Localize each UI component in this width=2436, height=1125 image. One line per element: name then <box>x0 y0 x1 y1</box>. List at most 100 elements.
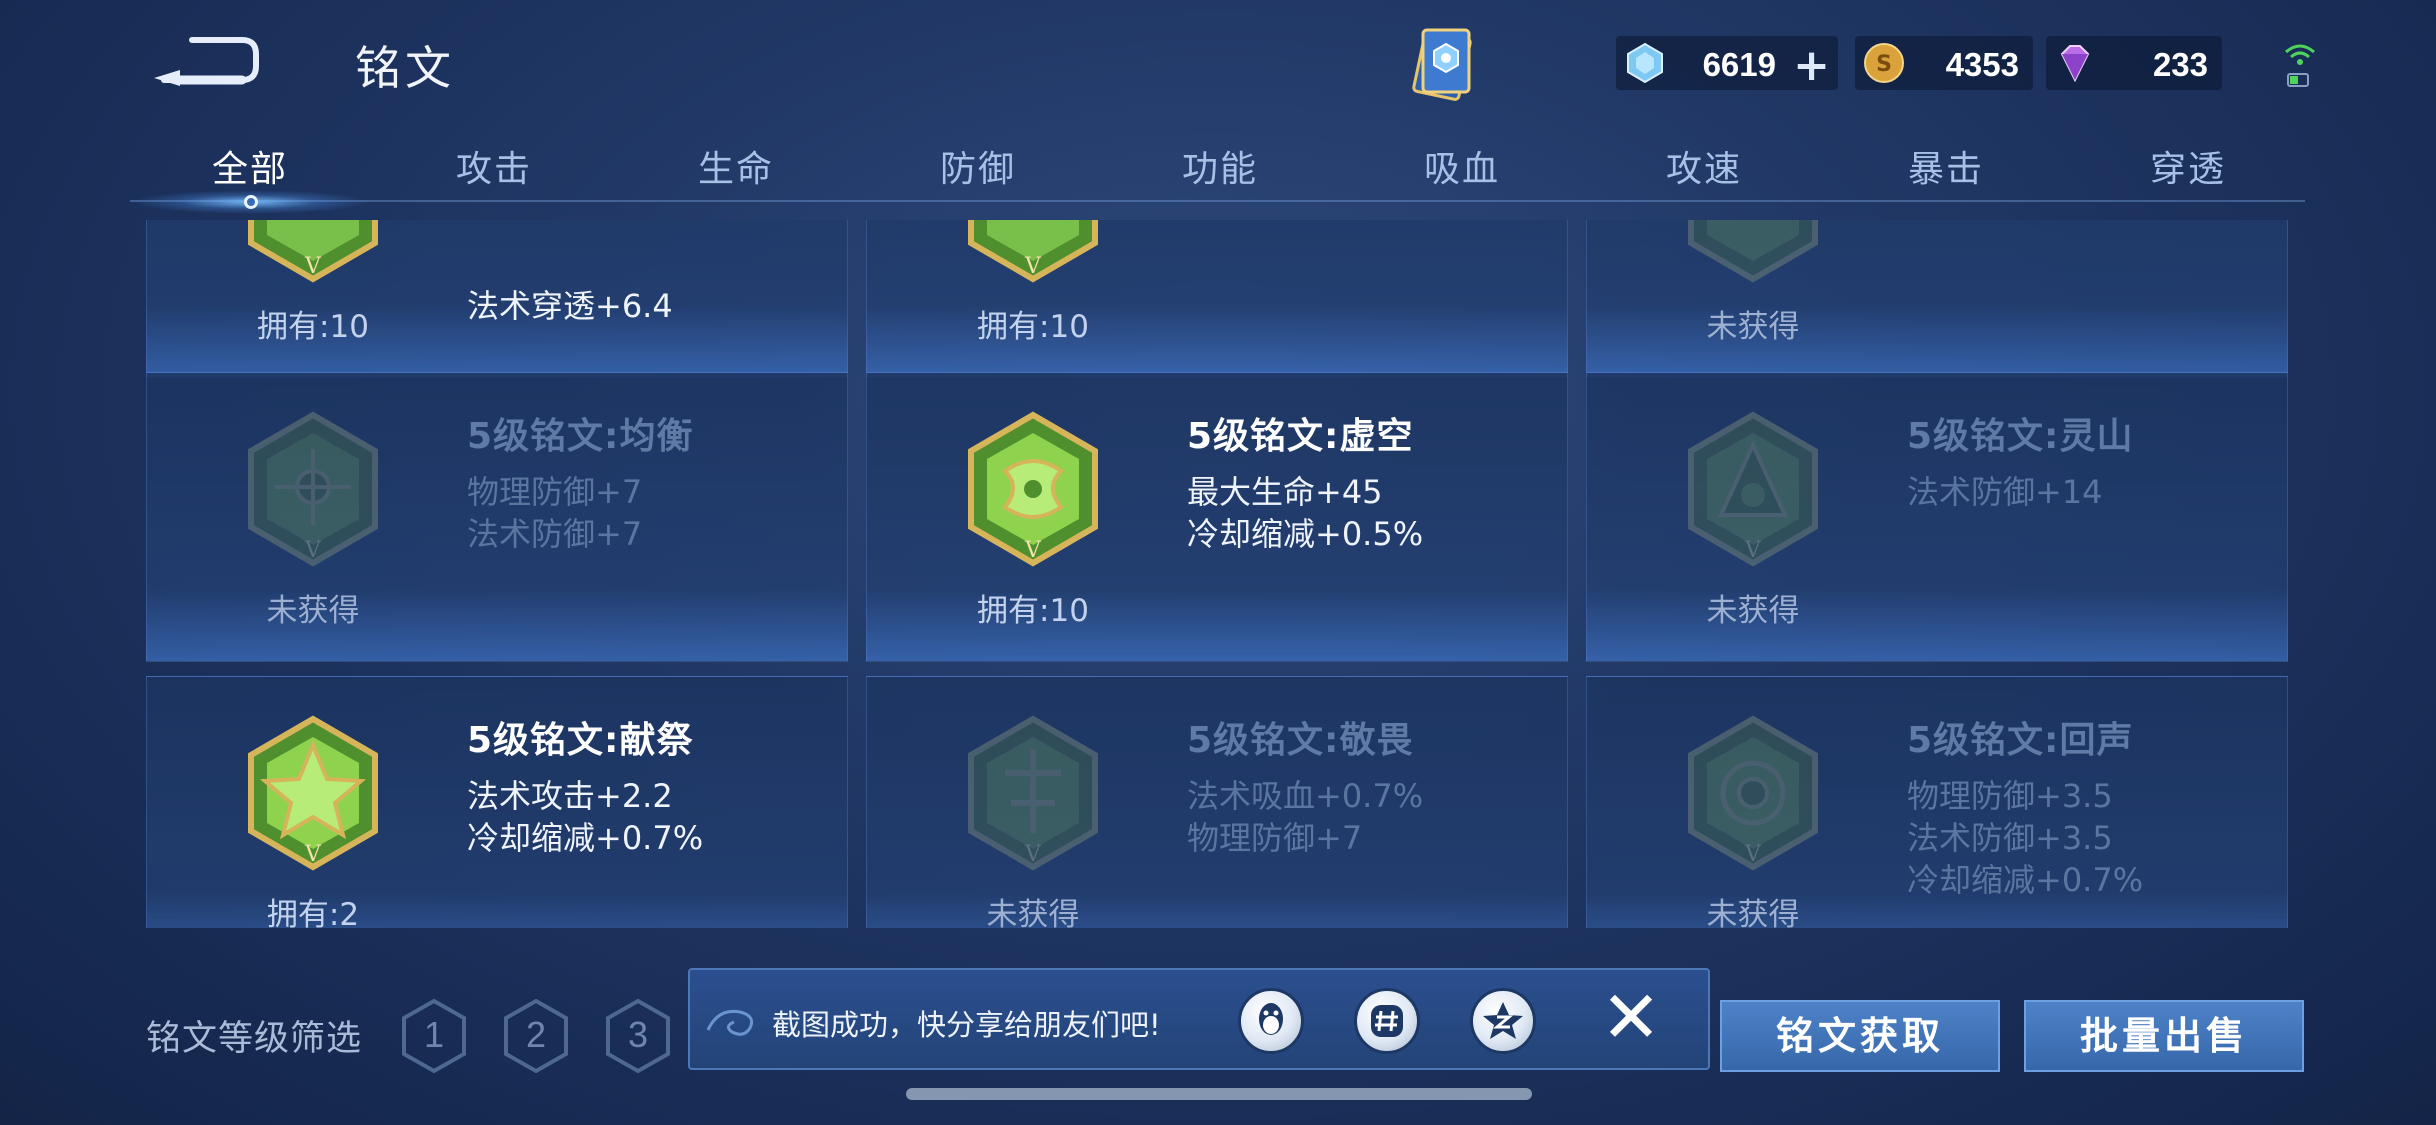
balance-emblem-icon: V <box>248 411 378 567</box>
inscription-count: 未获得 <box>1706 593 1800 629</box>
inscription-stat: 物理防御+3.5 <box>1907 777 2113 815</box>
svg-text:V: V <box>304 842 322 867</box>
inscription-name: 5级铭文:献祭 <box>467 720 694 761</box>
inscription-emblem-icon: V <box>968 220 1098 283</box>
gold-value: 4353 <box>1945 46 2019 83</box>
tab-attack[interactable]: 攻击 <box>456 140 532 192</box>
inscription-card[interactable]: V 拥有:10 <box>866 220 1568 378</box>
get-inscription-button[interactable]: 铭文获取 <box>1720 1000 2000 1072</box>
tab-attack-speed[interactable]: 攻速 <box>1666 140 1742 192</box>
level-filter-2[interactable]: 2 <box>502 998 570 1074</box>
inscription-card[interactable]: V 5级铭文:虚空 最大生命+45 冷却缩减+0.5% 拥有:10 <box>866 372 1568 662</box>
inscription-count: 拥有:2 <box>266 897 360 928</box>
inscription-name: 5级铭文:回声 <box>1907 720 2134 761</box>
share-moments-button[interactable] <box>1354 988 1420 1054</box>
svg-text:V: V <box>1744 538 1762 563</box>
inscription-card[interactable]: V 法术穿透+6.4 拥有:10 <box>146 220 848 378</box>
inscription-count: 未获得 <box>986 897 1080 928</box>
level-filter-label-2: 2 <box>525 1014 547 1055</box>
tab-lifesteal[interactable]: 吸血 <box>1424 140 1500 192</box>
svg-text:V: V <box>1024 538 1042 563</box>
share-qq-button[interactable] <box>1238 988 1304 1054</box>
qzone-icon <box>1483 1002 1523 1039</box>
swirl-decoration-icon <box>706 1009 754 1036</box>
tab-penetration[interactable]: 穿透 <box>2150 140 2226 192</box>
svg-text:V: V <box>304 538 322 563</box>
tab-defense[interactable]: 防御 <box>940 140 1016 192</box>
inscription-stat: 法术穿透+6.4 <box>467 287 673 325</box>
inscription-stat: 法术吸血+0.7% <box>1187 777 1424 815</box>
sacrifice-emblem-icon: V <box>248 715 378 871</box>
level-filter-3[interactable]: 3 <box>604 998 672 1074</box>
svg-text:S: S <box>1876 52 1892 77</box>
inscription-stat: 冷却缩减+0.7% <box>467 819 704 857</box>
inscription-emblem-icon <box>1688 220 1818 283</box>
gem-value: 233 <box>2152 46 2208 83</box>
inscription-card[interactable]: V 5级铭文:均衡 物理防御+7 法术防御+7 未获得 <box>146 372 848 662</box>
svg-text:V: V <box>304 254 322 279</box>
gem-icon <box>2060 45 2090 83</box>
inscription-name: 5级铭文:敬畏 <box>1187 720 1414 761</box>
svg-text:V: V <box>1024 842 1042 867</box>
svg-text:V: V <box>1024 254 1042 279</box>
diamond-currency: 6619 + <box>1616 36 1838 91</box>
tabs-divider <box>130 200 2305 202</box>
level-filter-label-3: 3 <box>627 1014 649 1055</box>
inscription-count: 拥有:10 <box>977 593 1089 629</box>
inscription-count: 未获得 <box>1706 309 1800 345</box>
inscription-stat: 法术攻击+2.2 <box>467 777 673 815</box>
toast-close-button[interactable]: ✕ <box>1596 981 1666 1053</box>
inscription-stat: 法术防御+3.5 <box>1907 819 2113 857</box>
inscription-count: 拥有:10 <box>977 309 1089 345</box>
level-filter-label: 铭文等级筛选 <box>146 1019 363 1059</box>
inscription-name: 5级铭文:灵山 <box>1907 416 2134 457</box>
network-battery-icon <box>2285 44 2315 87</box>
tab-function[interactable]: 功能 <box>1182 140 1258 192</box>
inscription-card[interactable]: V 5级铭文:敬畏 法术吸血+0.7% 物理防御+7 未获得 <box>866 676 1568 928</box>
inscription-name: 5级铭文:虚空 <box>1187 416 1414 457</box>
inscription-card[interactable]: V 5级铭文:回声 物理防御+3.5 法术防御+3.5 冷却缩减+0.7% 未获… <box>1586 676 2288 928</box>
tab-critical[interactable]: 暴击 <box>1908 140 1984 192</box>
inscription-grid: V 法术穿透+6.4 拥有:10 V 拥有:10 未获得 V 5级铭文:均衡 物… <box>146 220 2288 928</box>
inscription-card[interactable]: V 5级铭文:献祭 法术攻击+2.2 冷却缩减+0.7% 拥有:2 <box>146 676 848 928</box>
inscription-emblem-icon: V <box>248 220 378 283</box>
inscription-stat: 物理防御+7 <box>467 473 643 511</box>
inscription-stat: 冷却缩减+0.5% <box>1187 515 1424 553</box>
inscription-card[interactable]: 未获得 <box>1586 220 2288 378</box>
diamond-value: 6619 <box>1702 46 1776 83</box>
void-emblem-icon: V <box>968 411 1098 567</box>
inscription-stat: 冷却缩减+0.7% <box>1907 861 2144 899</box>
home-indicator[interactable] <box>906 1088 1532 1100</box>
diamond-icon <box>1627 42 1663 84</box>
wechat-moments-icon <box>1371 1005 1403 1037</box>
tab-health[interactable]: 生命 <box>698 140 774 192</box>
svg-text:V: V <box>1744 842 1762 867</box>
qq-icon <box>1259 1003 1283 1035</box>
batch-sell-button[interactable]: 批量出售 <box>2024 1000 2304 1072</box>
inscription-count: 拥有:10 <box>257 309 369 345</box>
inscription-stat: 法术防御+14 <box>1907 473 2103 511</box>
category-tabs: 全部 攻击 生命 防御 功能 吸血 攻速 暴击 穿透 <box>130 130 2305 202</box>
inscription-name: 5级铭文:均衡 <box>467 416 694 457</box>
level-filter-1[interactable]: 1 <box>400 998 468 1074</box>
gold-coin-icon: S <box>1864 43 1904 83</box>
inscription-stat: 物理防御+7 <box>1187 819 1363 857</box>
inscription-stat: 最大生命+45 <box>1187 473 1383 511</box>
page-title: 铭文 <box>355 41 455 95</box>
active-tab-dot <box>244 195 258 209</box>
echo-emblem-icon: V <box>1688 715 1818 871</box>
inscription-count: 未获得 <box>1706 897 1800 928</box>
gold-currency: S 4353 <box>1855 36 2033 90</box>
inscription-book-icon[interactable] <box>1405 22 1485 106</box>
share-qzone-button[interactable] <box>1470 988 1536 1054</box>
inscription-count: 未获得 <box>266 593 360 629</box>
add-diamond-button[interactable]: + <box>1793 40 1830 91</box>
gem-currency: 233 <box>2046 36 2222 90</box>
level-filter-label-1: 1 <box>423 1014 445 1055</box>
inscription-card[interactable]: V 5级铭文:灵山 法术防御+14 未获得 <box>1586 372 2288 662</box>
screenshot-share-toast: 截图成功，快分享给朋友们吧! ✕ <box>688 968 1710 1070</box>
toast-message: 截图成功，快分享给朋友们吧! <box>772 1008 1161 1042</box>
back-icon[interactable] <box>150 28 260 90</box>
tab-all[interactable]: 全部 <box>212 140 288 192</box>
spirit-mountain-emblem-icon: V <box>1688 411 1818 567</box>
